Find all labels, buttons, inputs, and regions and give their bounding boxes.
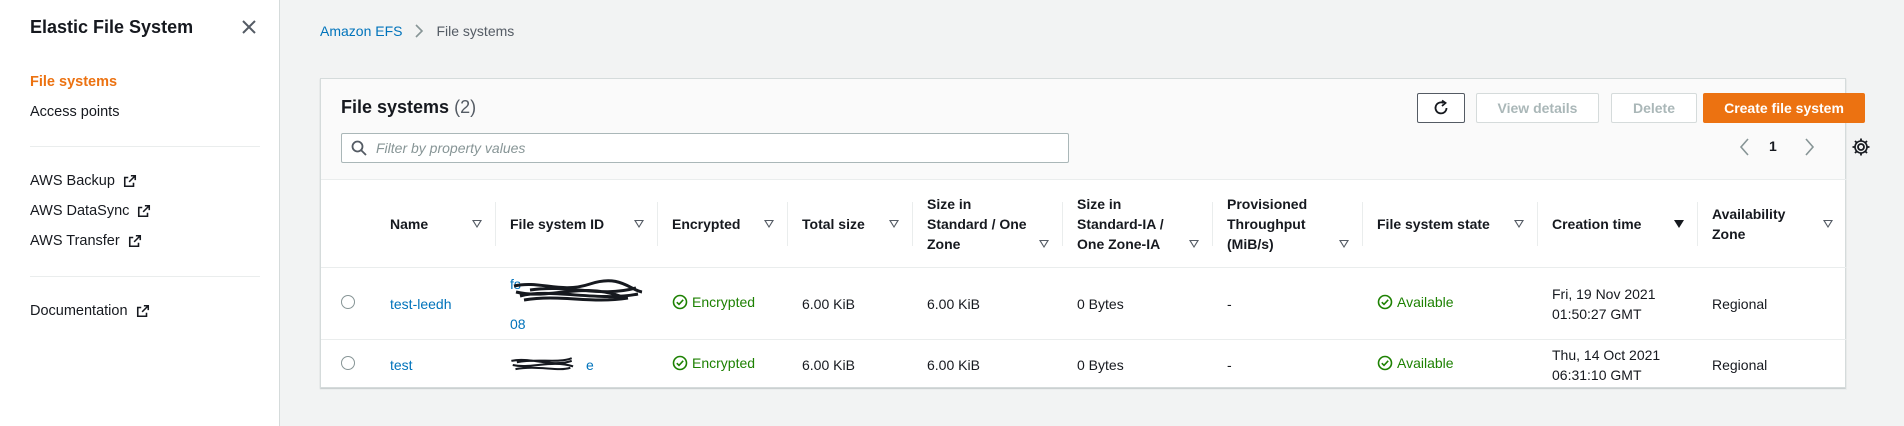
external-link-icon — [138, 204, 151, 218]
refresh-icon — [1434, 99, 1448, 115]
total-size-cell: 6.00 KiB — [788, 339, 913, 390]
availability-zone-cell: Regional — [1698, 267, 1847, 340]
column-header-size-ia[interactable]: Size in Standard-IA / One Zone-IA — [1063, 179, 1213, 268]
encrypted-status: Encrypted — [672, 353, 755, 373]
sidebar-item-label: Documentation — [30, 303, 128, 319]
close-icon[interactable] — [238, 16, 260, 38]
panel-count: (2) — [454, 97, 477, 117]
size-standard-cell: 6.00 KiB — [913, 267, 1063, 340]
sort-icon — [634, 219, 644, 228]
sort-icon — [1823, 219, 1833, 228]
column-header-availability-zone[interactable]: Availability Zone — [1698, 179, 1847, 268]
check-circle-icon — [672, 294, 688, 310]
sidebar-item-label: AWS Transfer — [30, 233, 120, 249]
side-navigation: Elastic File System File systems Access … — [0, 0, 280, 426]
column-header-throughput[interactable]: Provisioned Throughput (MiB/s) — [1213, 179, 1363, 268]
sidebar-item-file-systems[interactable]: File systems — [30, 74, 117, 90]
breadcrumb-current: File systems — [436, 23, 515, 39]
file-system-id-link[interactable]: fs- 08 — [510, 274, 643, 334]
row-select-radio[interactable] — [341, 355, 355, 370]
encrypted-status: Encrypted — [672, 292, 755, 312]
refresh-button[interactable] — [1417, 93, 1465, 123]
panel-header: File systems (2) View details Delete Cre… — [321, 79, 1870, 179]
table-row[interactable]: test-leedh fs- 08 Encrypted 6.00 KiB 6.0… — [321, 267, 1847, 340]
select-column-header — [321, 179, 376, 268]
total-size-cell: 6.00 KiB — [788, 267, 913, 340]
file-system-name-link[interactable]: test — [390, 357, 413, 373]
nav-divider — [30, 146, 260, 147]
sort-descending-icon — [1674, 219, 1684, 228]
sort-icon — [472, 219, 482, 228]
external-link-icon — [128, 234, 141, 248]
sidebar-link-aws-transfer[interactable]: AWS Transfer — [30, 233, 142, 249]
breadcrumb: Amazon EFS File systems — [320, 23, 514, 39]
creation-time-cell: Fri, 19 Nov 2021 01:50:27 GMT — [1538, 267, 1698, 340]
column-header-state[interactable]: File system state — [1363, 179, 1538, 268]
table-header-row: Name File system ID Encrypted Total size… — [321, 179, 1847, 268]
external-link-icon — [136, 304, 149, 318]
nav-divider — [30, 276, 260, 277]
chevron-right-icon — [415, 24, 424, 38]
gear-icon[interactable] — [1851, 137, 1871, 157]
delete-button[interactable]: Delete — [1611, 93, 1697, 123]
chevron-right-icon[interactable] — [1799, 135, 1819, 159]
redaction-scribble — [513, 278, 643, 301]
sidebar-link-aws-datasync[interactable]: AWS DataSync — [30, 203, 151, 219]
state-status: Available — [1377, 292, 1454, 312]
table-row[interactable]: test e Encrypted 6.00 KiB 6.00 KiB 0 Byt… — [321, 339, 1847, 390]
sidebar-link-aws-backup[interactable]: AWS Backup — [30, 173, 137, 189]
throughput-cell: - — [1213, 267, 1363, 340]
sidebar-title: Elastic File System — [30, 17, 194, 37]
size-standard-cell: 6.00 KiB — [913, 339, 1063, 390]
size-ia-cell: 0 Bytes — [1063, 339, 1213, 390]
column-header-file-system-id[interactable]: File system ID — [496, 179, 658, 268]
column-header-name[interactable]: Name — [376, 179, 496, 268]
file-systems-panel: File systems (2) View details Delete Cre… — [320, 78, 1870, 390]
create-file-system-button[interactable]: Create file system — [1703, 93, 1865, 123]
sidebar-item-label: AWS Backup — [30, 173, 115, 189]
breadcrumb-link-amazon-efs[interactable]: Amazon EFS — [320, 23, 402, 39]
view-details-button[interactable]: View details — [1476, 93, 1599, 123]
sort-icon — [1514, 219, 1524, 228]
check-circle-icon — [672, 355, 688, 371]
external-link-icon — [123, 174, 136, 188]
state-status: Available — [1377, 353, 1454, 373]
filter-input[interactable] — [374, 134, 1054, 162]
file-system-id-link[interactable]: e — [510, 355, 594, 375]
column-header-size-standard[interactable]: Size in Standard / One Zone — [913, 179, 1063, 268]
column-header-total-size[interactable]: Total size — [788, 179, 913, 268]
availability-zone-cell: Regional — [1698, 339, 1847, 390]
check-circle-icon — [1377, 294, 1393, 310]
file-systems-table: Name File system ID Encrypted Total size… — [321, 179, 1847, 390]
sort-icon — [1189, 239, 1199, 248]
size-ia-cell: 0 Bytes — [1063, 267, 1213, 340]
sidebar-item-access-points[interactable]: Access points — [30, 104, 119, 120]
file-system-id-suffix: 08 — [510, 315, 526, 332]
filter-box — [341, 133, 1069, 163]
search-icon — [351, 140, 367, 156]
column-header-encrypted[interactable]: Encrypted — [658, 179, 788, 268]
sidebar-link-documentation[interactable]: Documentation — [30, 303, 150, 319]
creation-time-cell: Thu, 14 Oct 2021 06:31:10 GMT — [1538, 339, 1698, 390]
row-select-radio[interactable] — [341, 294, 355, 309]
chevron-left-icon[interactable] — [1735, 135, 1755, 159]
sort-icon — [889, 219, 899, 228]
sort-icon — [764, 219, 774, 228]
page-number[interactable]: 1 — [1769, 138, 1777, 154]
throughput-cell: - — [1213, 339, 1363, 390]
sidebar-item-label: AWS DataSync — [30, 203, 130, 219]
sidebar-item-label: Access points — [30, 104, 120, 120]
panel-title: File systems (2) — [341, 97, 476, 118]
file-system-name-link[interactable]: test-leedh — [390, 296, 451, 312]
redaction-scribble — [511, 356, 574, 370]
panel-title-text: File systems — [341, 97, 450, 117]
column-header-creation-time[interactable]: Creation time — [1538, 179, 1698, 268]
check-circle-icon — [1377, 355, 1393, 371]
sort-icon — [1339, 239, 1349, 248]
sidebar-item-label: File systems — [30, 74, 118, 90]
sort-icon — [1039, 239, 1049, 248]
